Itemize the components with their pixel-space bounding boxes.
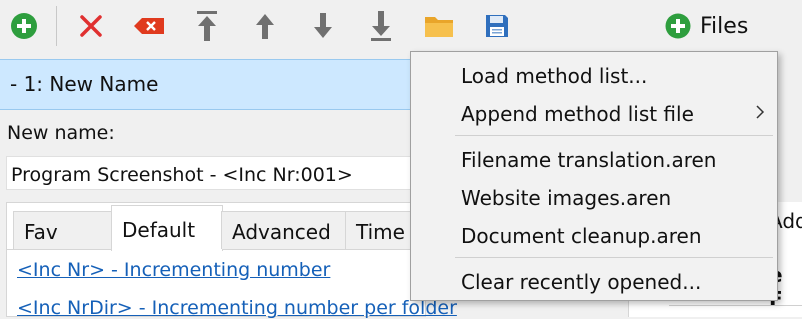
menu-item-label: Document cleanup.aren bbox=[461, 224, 702, 248]
menu-item-label: Clear recently opened... bbox=[461, 270, 702, 294]
menu-item-document-cleanup[interactable]: Document cleanup.aren bbox=[411, 217, 777, 255]
files-button[interactable]: Files bbox=[664, 8, 748, 44]
token-tabs-panel: Fav Default Advanced Time <Inc Nr> - Inc… bbox=[6, 202, 457, 319]
backspace-clear-icon bbox=[134, 18, 164, 34]
new-name-input[interactable]: Program Screenshot - <Inc Nr:001> bbox=[6, 156, 426, 190]
toolbar-separator bbox=[56, 6, 57, 46]
tab-advanced[interactable]: Advanced bbox=[221, 211, 347, 249]
tab-default[interactable]: Default bbox=[111, 205, 223, 251]
save-button[interactable] bbox=[479, 8, 515, 44]
chevron-right-icon bbox=[756, 105, 765, 119]
menu-item-load-method-list[interactable]: Load method list... bbox=[411, 57, 777, 95]
floppy-disk-icon bbox=[486, 15, 508, 37]
menu-item-clear-recent[interactable]: Clear recently opened... bbox=[411, 263, 777, 301]
menu-item-label: Load method list... bbox=[461, 64, 648, 88]
new-name-label: New name: bbox=[7, 122, 115, 144]
right-panel-divider bbox=[669, 305, 802, 306]
open-folder-button[interactable] bbox=[421, 8, 457, 44]
plus-circle-icon bbox=[11, 13, 37, 39]
files-dropdown-menu: Load method list... Append method list f… bbox=[410, 51, 778, 301]
move-up-button[interactable] bbox=[247, 8, 283, 44]
arrow-to-top-icon bbox=[197, 11, 217, 41]
red-x-icon bbox=[80, 15, 102, 37]
token-link-inc-nr[interactable]: <Inc Nr> - Incrementing number bbox=[17, 259, 330, 281]
clear-button[interactable] bbox=[131, 8, 167, 44]
menu-separator bbox=[455, 257, 773, 258]
token-link-inc-nrdir[interactable]: <Inc NrDir> - Incrementing number per fo… bbox=[17, 297, 457, 319]
move-down-button[interactable] bbox=[305, 8, 341, 44]
files-label: Files bbox=[700, 13, 749, 39]
arrow-to-bottom-icon bbox=[371, 11, 391, 41]
folder-icon bbox=[425, 17, 453, 37]
delete-button[interactable] bbox=[73, 8, 109, 44]
arrow-down-icon bbox=[314, 13, 332, 38]
toolbar: Files bbox=[0, 0, 802, 52]
method-header[interactable]: - 1: New Name bbox=[0, 59, 440, 110]
menu-item-append-method-list[interactable]: Append method list file bbox=[411, 95, 777, 133]
menu-item-label: Website images.aren bbox=[461, 186, 672, 210]
add-method-button[interactable] bbox=[6, 8, 42, 44]
menu-item-website-images[interactable]: Website images.aren bbox=[411, 179, 777, 217]
menu-separator bbox=[455, 135, 773, 136]
arrow-up-icon bbox=[256, 14, 274, 39]
tab-fav[interactable]: Fav bbox=[13, 211, 113, 249]
move-bottom-button[interactable] bbox=[363, 8, 399, 44]
menu-item-filename-translation[interactable]: Filename translation.aren bbox=[411, 141, 777, 179]
move-top-button[interactable] bbox=[189, 8, 225, 44]
plus-circle-icon bbox=[665, 13, 691, 39]
menu-item-label: Append method list file bbox=[461, 102, 694, 126]
method-header-label: - 1: New Name bbox=[10, 72, 159, 96]
menu-item-label: Filename translation.aren bbox=[461, 148, 717, 172]
